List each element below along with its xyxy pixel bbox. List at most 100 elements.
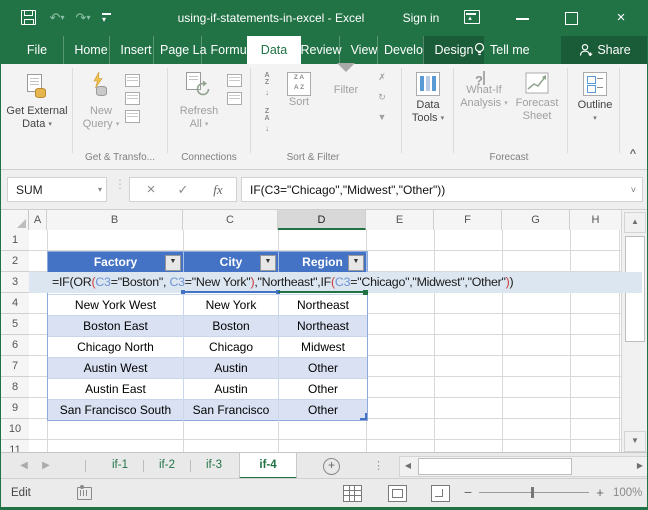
column-header-f[interactable]: F [434, 210, 502, 230]
row-header-4[interactable]: 4 [1, 293, 29, 314]
zoom-slider[interactable] [479, 492, 589, 493]
table-row[interactable]: Chicago North Chicago Midwest [48, 336, 367, 357]
cell-city[interactable]: Boston [184, 316, 279, 337]
row-header-7[interactable]: 7 [1, 356, 29, 377]
table-row[interactable]: Austin West Austin Other [48, 357, 367, 378]
cell-region[interactable]: Other [279, 379, 367, 400]
save-icon[interactable] [21, 10, 36, 25]
factory-filter-button[interactable]: ▼ [165, 255, 181, 271]
get-external-data-button[interactable]: Get External Data ▾ [5, 72, 69, 131]
advanced-filter-button[interactable]: ▼ [371, 112, 393, 122]
cell-region[interactable]: Other [279, 358, 367, 379]
cell-factory[interactable]: Boston East [48, 316, 184, 337]
ribbon-display-options-icon[interactable] [464, 10, 480, 24]
scroll-down-icon[interactable]: ▼ [624, 431, 646, 452]
table-row[interactable]: San Francisco South San Francisco Other [48, 399, 367, 420]
sign-in-button[interactable]: Sign in [396, 0, 446, 36]
table-row[interactable]: New York West New York Northeast [48, 294, 367, 315]
new-query-button[interactable]: New Query ▾ [81, 72, 121, 131]
cancel-icon[interactable]: × [140, 178, 162, 202]
row-header-9[interactable]: 9 [1, 398, 29, 419]
cell-region[interactable]: Northeast [279, 295, 367, 316]
close-button[interactable]: × [601, 0, 641, 36]
add-sheet-icon[interactable]: + [323, 458, 340, 475]
forecast-sheet-button[interactable]: Forecast Sheet [511, 72, 563, 123]
insert-function-icon[interactable]: fx [206, 178, 230, 202]
zoom-slider-thumb[interactable] [531, 487, 534, 498]
table-row[interactable]: Boston East Boston Northeast [48, 315, 367, 336]
enter-icon[interactable]: ✓ [172, 178, 194, 202]
sheet-tab-if-4[interactable]: if-4 [239, 453, 297, 479]
column-header-h[interactable]: H [570, 210, 621, 230]
maximize-button[interactable] [554, 0, 588, 36]
macro-record-icon[interactable] [77, 487, 92, 500]
quick-access-toolbar-dropdown[interactable]: ▾ [99, 0, 115, 36]
cell-city[interactable]: Austin [184, 358, 279, 379]
name-box[interactable]: SUM▾ [7, 177, 107, 202]
region-filter-button[interactable]: ▼ [348, 255, 364, 271]
select-all-corner[interactable] [1, 210, 29, 230]
row-header-6[interactable]: 6 [1, 335, 29, 356]
zoom-in-icon[interactable]: + [593, 484, 607, 502]
city-filter-button[interactable]: ▼ [260, 255, 276, 271]
tab-file[interactable]: File [13, 36, 61, 64]
share-button[interactable]: Share [561, 36, 648, 64]
row-header-10[interactable]: 10 [1, 419, 29, 440]
cell-factory[interactable]: Austin East [48, 379, 184, 400]
tell-me-button[interactable]: Tell me [473, 36, 530, 64]
horizontal-scrollbar-thumb[interactable] [418, 458, 572, 475]
cell-city[interactable]: Austin [184, 379, 279, 400]
view-page-break-icon[interactable] [431, 485, 450, 502]
formula-input[interactable]: IF(C3="Chicago","Midwest","Other")) ˅ [241, 177, 643, 202]
cell-region[interactable]: Northeast [279, 316, 367, 337]
row-header-1[interactable]: 1 [1, 230, 29, 251]
sheet-tab-if-3[interactable]: if-3 [191, 453, 237, 478]
table-recent-icon[interactable] [125, 110, 140, 123]
refresh-all-button[interactable]: Refresh All ▾ [173, 72, 225, 131]
sheet-nav-prev-icon[interactable]: ◀ [15, 453, 33, 479]
sheet-bar-options-icon[interactable]: ⋮ [373, 453, 384, 479]
cell-region[interactable]: Other [279, 400, 367, 421]
sort-za-button[interactable]: ZA↓ [257, 108, 277, 134]
cells-area[interactable]: Factory▼ City▼ Region▼ New York West New… [29, 230, 621, 452]
column-header-b[interactable]: B [47, 210, 183, 230]
table-row[interactable]: Austin East Austin Other [48, 378, 367, 399]
row-header-5[interactable]: 5 [1, 314, 29, 335]
row-header-2[interactable]: 2 [1, 251, 29, 272]
cell-formula-editor[interactable]: =IF(OR(C3="Boston", C3="New York"),"Nort… [29, 272, 642, 293]
row-header-8[interactable]: 8 [1, 377, 29, 398]
zoom-out-icon[interactable]: − [461, 484, 475, 502]
sheet-tab-if-1[interactable]: if-1 [97, 453, 143, 478]
cell-factory[interactable]: Austin West [48, 358, 184, 379]
cell-factory[interactable]: San Francisco South [48, 400, 184, 421]
reapply-filter-button[interactable]: ↻ [371, 92, 393, 103]
cell-factory[interactable]: New York West [48, 295, 184, 316]
cell-city[interactable]: San Francisco [184, 400, 279, 421]
scroll-up-icon[interactable]: ▲ [624, 212, 646, 233]
name-box-dropdown-icon[interactable]: ▾ [98, 178, 102, 202]
zoom-level[interactable]: 100% [613, 479, 642, 508]
data-tools-button[interactable]: Data Tools ▾ [407, 72, 449, 125]
row-header-3[interactable]: 3 [1, 272, 29, 293]
outline-button[interactable]: Outline ▾ [573, 72, 617, 125]
column-header-a[interactable]: A [29, 210, 47, 230]
view-normal-icon[interactable] [343, 485, 362, 502]
column-header-d[interactable]: D [278, 210, 366, 230]
sheet-nav-next-icon[interactable]: ▶ [37, 453, 55, 479]
scroll-right-icon[interactable]: ▶ [632, 457, 648, 474]
table-new-icon[interactable] [125, 74, 140, 87]
minimize-button[interactable] [506, 0, 540, 36]
formula-bar-expand-icon[interactable]: ˅ [631, 178, 636, 202]
edit-links-icon[interactable] [227, 92, 242, 105]
undo-icon[interactable]: ↶▾ [47, 0, 67, 36]
table-resize-handle[interactable] [360, 413, 367, 420]
cell-factory[interactable]: Chicago North [48, 337, 184, 358]
cell-city[interactable]: New York [184, 295, 279, 316]
view-page-layout-icon[interactable] [388, 485, 407, 502]
cell-city[interactable]: Chicago [184, 337, 279, 358]
column-header-g[interactable]: G [502, 210, 570, 230]
column-header-e[interactable]: E [366, 210, 434, 230]
vertical-scrollbar[interactable]: ▲ ▼ [621, 210, 647, 452]
column-header-c[interactable]: C [183, 210, 278, 230]
what-if-analysis-button[interactable]: What-If Analysis ▾ [459, 72, 509, 110]
